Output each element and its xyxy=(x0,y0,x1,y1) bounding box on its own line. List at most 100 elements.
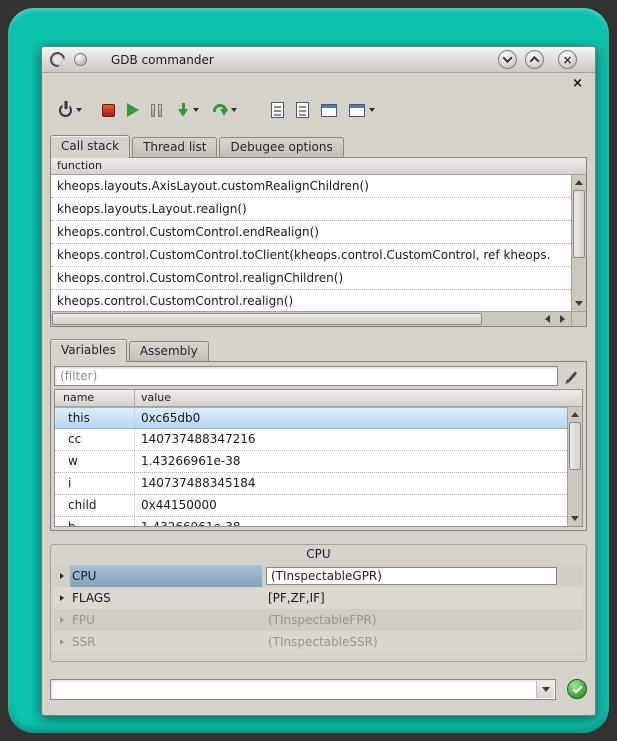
variable-row[interactable]: w 1.43266961e-38 xyxy=(55,451,567,473)
call-stack-list: kheops.layouts.AxisLayout.customRealignC… xyxy=(51,175,571,311)
cpu-row-name: FLAGS xyxy=(70,587,262,609)
window-menu-icon[interactable] xyxy=(74,53,87,66)
variable-value: 140737488345184 xyxy=(135,473,567,494)
variables-table: name value this 0xc65db0 cc 140737488347… xyxy=(54,389,583,527)
call-stack-row[interactable]: kheops.layouts.AxisLayout.customRealignC… xyxy=(51,175,571,198)
power-button[interactable] xyxy=(56,97,85,123)
dropdown-caret-icon xyxy=(76,108,82,112)
chevron-up-icon xyxy=(530,56,540,66)
cpu-row-flags[interactable]: FLAGS [PF,ZF,IF] xyxy=(54,587,583,609)
titlebar[interactable]: GDB commander × xyxy=(42,47,595,73)
variable-row[interactable]: b 1.43266961e-38 xyxy=(55,517,567,526)
gdb-commander-window: GDB commander × × xyxy=(41,46,596,716)
maximize-button[interactable] xyxy=(525,50,544,69)
cpu-row-name: FPU xyxy=(70,609,262,631)
chevron-down-icon xyxy=(503,53,513,63)
view-source-button[interactable] xyxy=(268,97,287,123)
scroll-up-button[interactable] xyxy=(568,408,582,421)
variables-vscrollbar[interactable] xyxy=(567,407,582,526)
scroll-left-button[interactable] xyxy=(540,312,555,326)
view-list-button[interactable] xyxy=(293,97,312,123)
frame-bezel: GDB commander × × xyxy=(8,8,609,733)
cpu-row-cpu[interactable]: CPU xyxy=(54,565,583,587)
variable-name: this xyxy=(55,408,135,428)
stop-button[interactable] xyxy=(99,97,118,123)
send-command-button[interactable] xyxy=(567,679,587,699)
column-header-value[interactable]: value xyxy=(135,390,582,406)
variable-row[interactable]: cc 140737488347216 xyxy=(55,429,567,451)
view-windows-button[interactable] xyxy=(346,97,378,123)
document-lines-icon xyxy=(296,102,309,118)
window-frame-icon xyxy=(349,104,365,117)
close-button[interactable]: × xyxy=(558,50,577,69)
vscrollbar-thumb[interactable] xyxy=(573,190,585,258)
tab-call-stack[interactable]: Call stack xyxy=(50,135,130,158)
gdb-command-combobox[interactable] xyxy=(50,679,556,700)
hscrollbar-thumb[interactable] xyxy=(52,313,482,325)
tab-variables[interactable]: Variables xyxy=(50,339,127,362)
call-stack-row[interactable]: kheops.control.CustomControl.endRealign(… xyxy=(51,221,571,244)
call-stack-row[interactable]: kheops.layouts.Layout.realign() xyxy=(51,198,571,221)
expand-arrow-icon[interactable] xyxy=(54,617,70,623)
call-stack-column-header[interactable]: function xyxy=(51,158,586,175)
cpu-panel: CPU CPU FLAGS [PF,ZF,IF] FPU ( xyxy=(50,544,587,662)
tab-thread-list[interactable]: Thread list xyxy=(132,137,217,157)
call-stack-hscrollbar[interactable] xyxy=(51,311,571,326)
arrow-down-icon xyxy=(178,103,189,117)
cpu-row-name: CPU xyxy=(70,565,262,587)
cpu-row-fpu[interactable]: FPU (TInspectableFPR) xyxy=(54,609,583,631)
dropdown-caret-icon xyxy=(193,108,199,112)
minimize-button[interactable] xyxy=(498,50,517,69)
vscrollbar-thumb[interactable] xyxy=(569,422,581,470)
cpu-row-value xyxy=(262,565,583,587)
step-over-button[interactable] xyxy=(210,97,240,123)
expand-arrow-icon[interactable] xyxy=(54,595,70,601)
cpu-row-value: (TInspectableFPR) xyxy=(262,609,583,631)
variable-row[interactable]: child 0x44150000 xyxy=(55,495,567,517)
arrow-up-icon xyxy=(575,180,583,185)
view-watch-button[interactable] xyxy=(318,97,340,123)
pause-button[interactable] xyxy=(148,97,165,123)
cpu-row-name: SSR xyxy=(70,631,262,653)
variable-value: 1.43266961e-38 xyxy=(135,517,567,526)
cpu-row-ssr[interactable]: SSR (TInspectableSSR) xyxy=(54,631,583,653)
step-in-button[interactable] xyxy=(175,97,202,123)
cpu-value-input[interactable] xyxy=(266,567,557,585)
call-stack-row[interactable]: kheops.control.CustomControl.toClient(kh… xyxy=(51,244,571,267)
app-icon[interactable] xyxy=(47,49,68,70)
window-frame-icon xyxy=(321,104,337,117)
play-icon xyxy=(127,103,139,117)
command-bar xyxy=(50,678,587,700)
filter-input[interactable] xyxy=(54,366,558,386)
tab-assembly[interactable]: Assembly xyxy=(129,341,209,361)
call-stack-row[interactable]: kheops.control.CustomControl.realign() xyxy=(51,290,571,311)
variables-rows: this 0xc65db0 cc 140737488347216 w 1.432… xyxy=(55,407,567,526)
arrow-left-icon xyxy=(545,315,550,323)
run-button[interactable] xyxy=(124,97,142,123)
expand-arrow-icon[interactable] xyxy=(54,639,70,645)
scroll-up-button[interactable] xyxy=(572,176,586,189)
filter-row xyxy=(54,365,583,387)
column-header-name[interactable]: name xyxy=(55,390,135,406)
stop-icon xyxy=(102,104,115,117)
gdb-command-input[interactable] xyxy=(53,681,533,698)
expand-arrow-icon[interactable] xyxy=(54,573,70,579)
tab-debugee-options[interactable]: Debugee options xyxy=(219,137,343,157)
variable-value: 0x44150000 xyxy=(135,495,567,516)
debug-tabs: Call stack Thread list Debugee options xyxy=(50,134,346,157)
scroll-down-button[interactable] xyxy=(568,512,582,525)
call-stack-row[interactable]: kheops.control.CustomControl.realignChil… xyxy=(51,267,571,290)
arrow-down-icon xyxy=(575,301,583,306)
check-icon xyxy=(572,683,582,693)
combo-dropdown-button[interactable] xyxy=(536,681,554,698)
variable-row[interactable]: i 140737488345184 xyxy=(55,473,567,495)
toolbar xyxy=(56,87,587,133)
dropdown-caret-icon xyxy=(231,108,237,112)
variable-name: child xyxy=(55,495,135,516)
cpu-tree: CPU FLAGS [PF,ZF,IF] FPU (TInspectableFP… xyxy=(54,565,583,653)
pen-icon[interactable] xyxy=(561,366,583,386)
scroll-right-button[interactable] xyxy=(555,312,570,326)
variable-row[interactable]: this 0xc65db0 xyxy=(55,407,567,429)
scroll-down-button[interactable] xyxy=(572,297,586,310)
call-stack-vscrollbar[interactable] xyxy=(571,175,586,311)
